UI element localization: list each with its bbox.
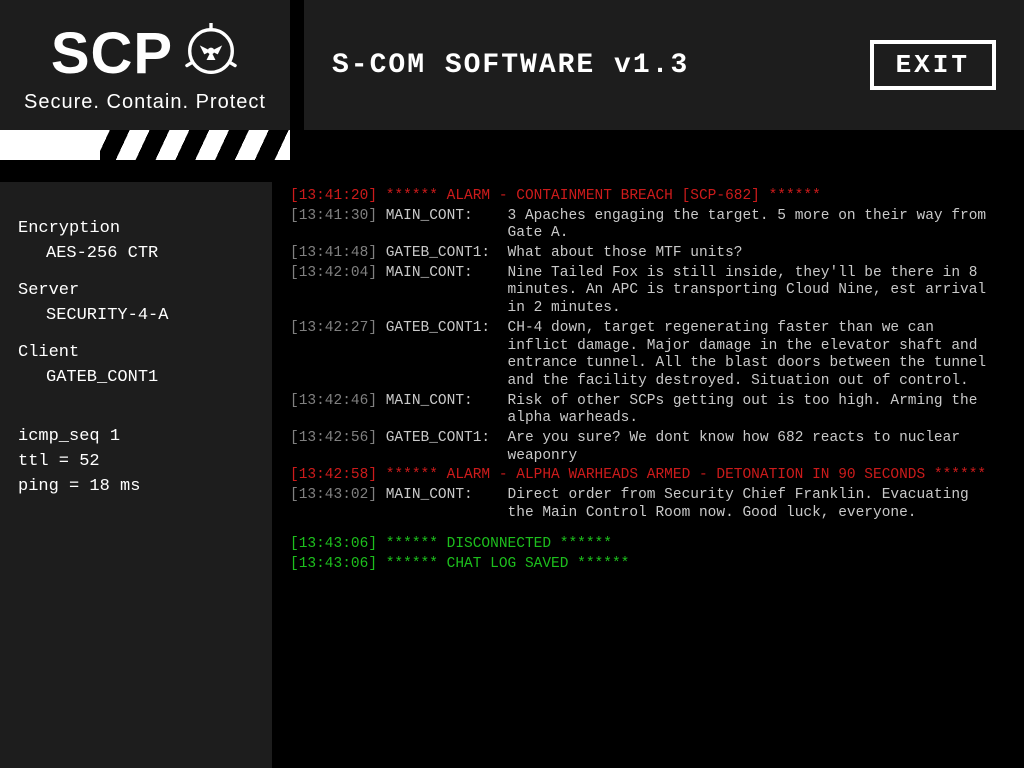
log-line: [13:42:56] GATEB_CONT1: Are you sure? We… (290, 430, 1002, 465)
log-speaker: MAIN_CONT: (386, 393, 508, 428)
log-timestamp: [13:41:48] (290, 245, 386, 263)
log-speaker: GATEB_CONT1: (386, 430, 508, 465)
log-timestamp: [13:42:27] (290, 320, 386, 391)
log-speaker: MAIN_CONT: (386, 487, 508, 522)
ping: ping = 18 ms (18, 476, 254, 499)
log-timestamp: [13:42:04] (290, 265, 386, 318)
log-timestamp: [13:42:46] (290, 393, 386, 428)
client-label: Client (18, 342, 254, 365)
server-value: SECURITY-4-A (18, 305, 254, 328)
log-timestamp: [13:42:58] (290, 467, 386, 485)
log-timestamp: [13:43:06] (290, 556, 386, 574)
log-timestamp: [13:41:20] (290, 188, 386, 206)
log-message: Direct order from Security Chief Frankli… (508, 487, 1002, 522)
log-message: Are you sure? We dont know how 682 react… (508, 430, 1002, 465)
log-message: Risk of other SCPs getting out is too hi… (508, 393, 1002, 428)
log-line: [13:42:27] GATEB_CONT1: CH-4 down, targe… (290, 320, 1002, 391)
log-message: ****** DISCONNECTED ****** (386, 536, 612, 554)
log-line: [13:41:48] GATEB_CONT1: What about those… (290, 245, 1002, 263)
log-line: [13:43:06] ****** CHAT LOG SAVED ****** (290, 556, 1002, 574)
log-message: ****** ALARM - CONTAINMENT BREACH [SCP-6… (386, 188, 821, 206)
server-label: Server (18, 280, 254, 303)
log-timestamp: [13:41:30] (290, 208, 386, 243)
title-bar: S-COM SOFTWARE v1.3 EXIT (304, 0, 1024, 130)
log-line: [13:43:02] MAIN_CONT: Direct order from … (290, 487, 1002, 522)
log-speaker: GATEB_CONT1: (386, 245, 508, 263)
log-timestamp: [13:42:56] (290, 430, 386, 465)
log-timestamp: [13:43:02] (290, 487, 386, 522)
log-speaker: MAIN_CONT: (386, 265, 508, 318)
decorative-stripe (0, 130, 1024, 182)
exit-button[interactable]: EXIT (870, 40, 996, 90)
log-speaker: GATEB_CONT1: (386, 320, 508, 391)
log-message: ****** ALARM - ALPHA WARHEADS ARMED - DE… (386, 467, 986, 485)
logo-acronym: SCP (51, 20, 173, 87)
log-message: CH-4 down, target regenerating faster th… (508, 320, 1002, 391)
logo-tagline: Secure. Contain. Protect (24, 91, 266, 114)
chat-log: [13:41:20] ****** ALARM - CONTAINMENT BR… (286, 182, 1024, 768)
log-message: ****** CHAT LOG SAVED ****** (386, 556, 630, 574)
encryption-label: Encryption (18, 218, 254, 241)
ttl: ttl = 52 (18, 451, 254, 474)
log-line: [13:42:58] ****** ALARM - ALPHA WARHEADS… (290, 467, 1002, 485)
log-line: [13:43:06] ****** DISCONNECTED ****** (290, 536, 1002, 554)
log-timestamp: [13:43:06] (290, 536, 386, 554)
log-message: Nine Tailed Fox is still inside, they'll… (508, 265, 1002, 318)
icmp-seq: icmp_seq 1 (18, 426, 254, 449)
log-speaker: MAIN_CONT: (386, 208, 508, 243)
log-line: [13:41:30] MAIN_CONT: 3 Apaches engaging… (290, 208, 1002, 243)
log-line: [13:42:46] MAIN_CONT: Risk of other SCPs… (290, 393, 1002, 428)
log-line: [13:42:04] MAIN_CONT: Nine Tailed Fox is… (290, 265, 1002, 318)
connection-info-panel: Encryption AES-256 CTR Server SECURITY-4… (0, 182, 272, 768)
scp-logo-icon (183, 23, 239, 84)
log-message: What about those MTF units? (508, 245, 743, 263)
log-line: [13:41:20] ****** ALARM - CONTAINMENT BR… (290, 188, 1002, 206)
client-value: GATEB_CONT1 (18, 367, 254, 390)
logo-box: SCP (0, 0, 290, 130)
encryption-value: AES-256 CTR (18, 243, 254, 266)
app-title: S-COM SOFTWARE v1.3 (332, 50, 689, 81)
log-message: 3 Apaches engaging the target. 5 more on… (508, 208, 1002, 243)
